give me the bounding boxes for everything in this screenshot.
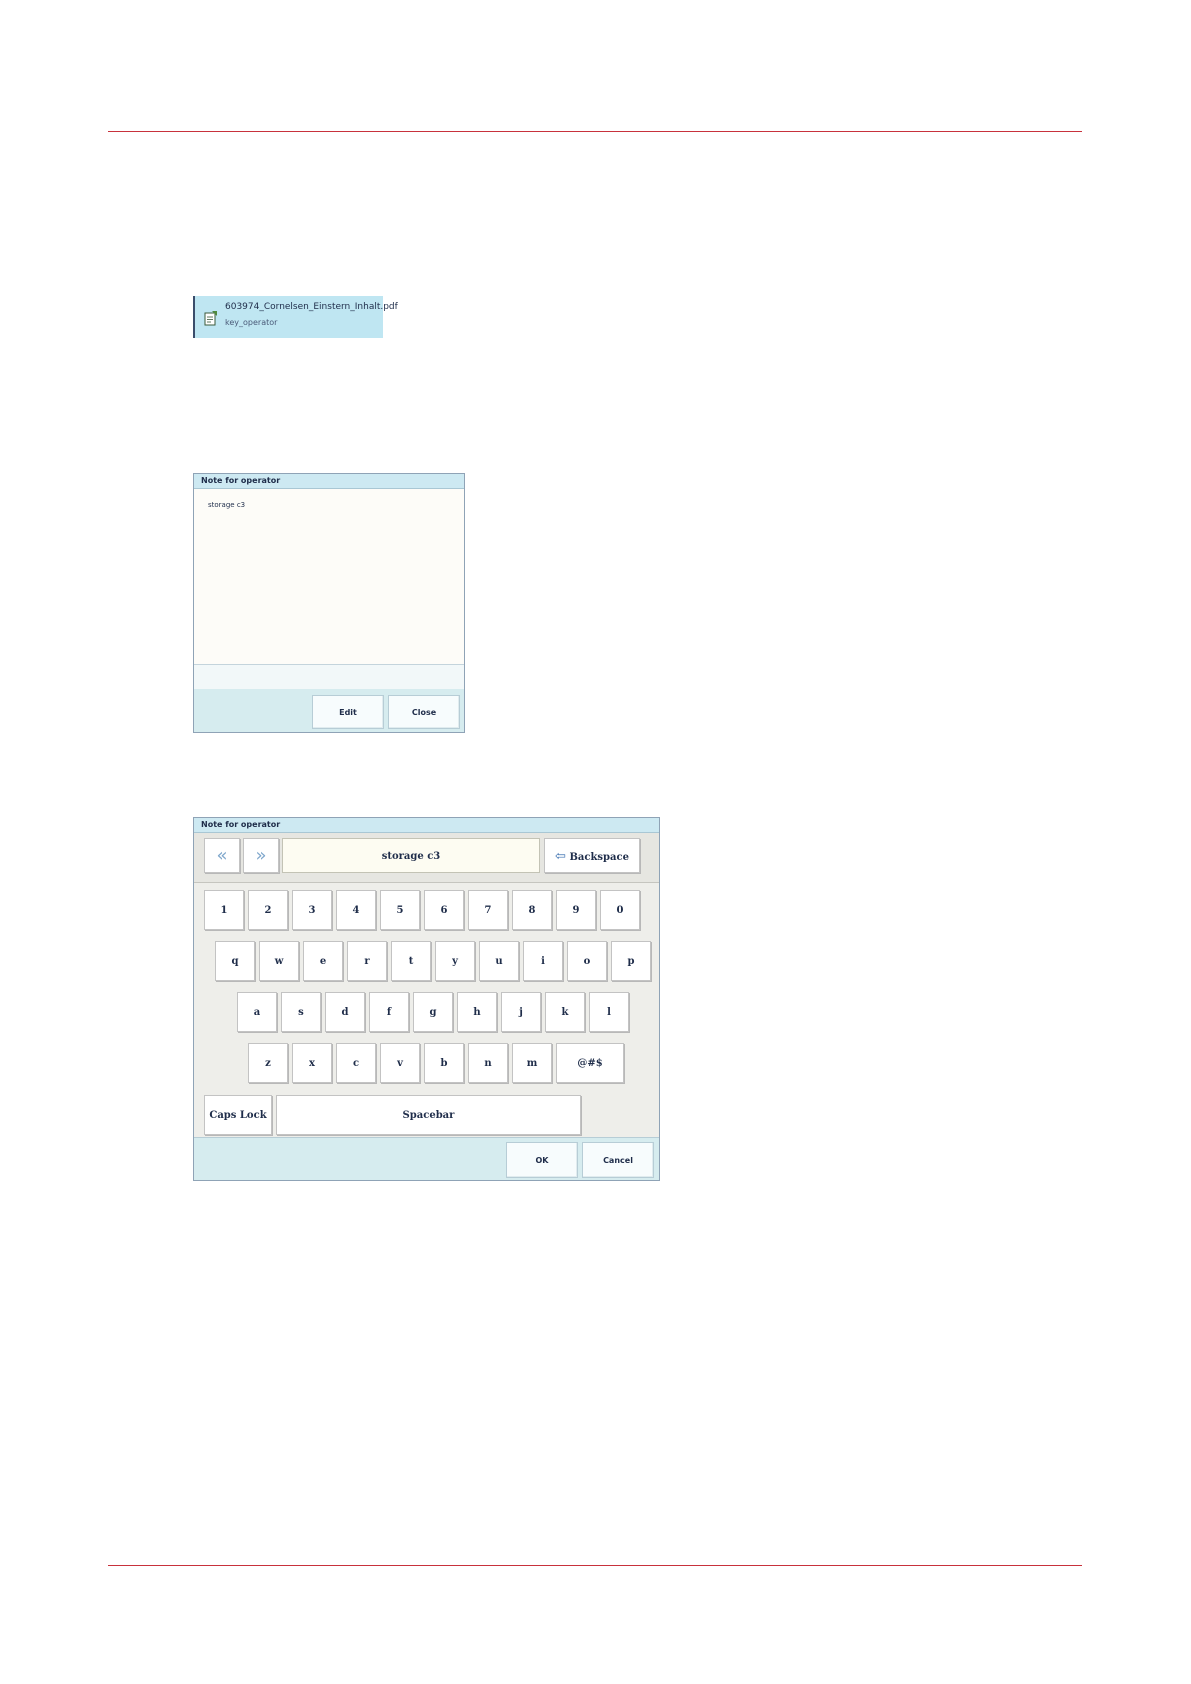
job-list-item[interactable]: 603974_Cornelsen_Einstern_Inhalt.pdf key… [193, 296, 398, 338]
key-q[interactable]: q [215, 941, 255, 981]
key-e[interactable]: e [303, 941, 343, 981]
key-c[interactable]: c [336, 1043, 376, 1083]
caps-lock-key[interactable]: Caps Lock [204, 1095, 272, 1135]
key-m[interactable]: m [512, 1043, 552, 1083]
key-i[interactable]: i [523, 941, 563, 981]
key-l[interactable]: l [589, 992, 629, 1032]
note-text: storage c3 [208, 501, 246, 509]
note-edit-keyboard-dialog: Note for operator « » storage c3 ⇦ Backs… [193, 817, 660, 1181]
symbols-key[interactable]: @#$ [556, 1043, 624, 1083]
cursor-right-button[interactable]: » [243, 838, 279, 873]
dialog-title: Note for operator [194, 818, 659, 833]
close-button[interactable]: Close [388, 695, 460, 729]
key-f[interactable]: f [369, 992, 409, 1032]
backspace-arrow-icon: ⇦ [555, 849, 566, 864]
note-text-area: storage c3 [194, 489, 464, 665]
key-9[interactable]: 9 [556, 890, 596, 930]
key-6[interactable]: 6 [424, 890, 464, 930]
keyboard-input-bar: « » storage c3 ⇦ Backspace [194, 833, 659, 883]
double-chevron-right-icon: » [255, 845, 267, 866]
backspace-button[interactable]: ⇦ Backspace [544, 838, 640, 873]
key-w[interactable]: w [259, 941, 299, 981]
document-note-icon [204, 311, 217, 326]
key-g[interactable]: g [413, 992, 453, 1032]
job-owner: key_operator [225, 318, 278, 327]
double-chevron-left-icon: « [216, 845, 228, 866]
key-1[interactable]: 1 [204, 890, 244, 930]
cancel-button[interactable]: Cancel [582, 1142, 654, 1178]
key-y[interactable]: y [435, 941, 475, 981]
note-input[interactable]: storage c3 [282, 838, 540, 873]
header-rule [108, 131, 1082, 132]
key-k[interactable]: k [545, 992, 585, 1032]
key-8[interactable]: 8 [512, 890, 552, 930]
key-u[interactable]: u [479, 941, 519, 981]
key-x[interactable]: x [292, 1043, 332, 1083]
dialog-title: Note for operator [194, 474, 464, 489]
key-4[interactable]: 4 [336, 890, 376, 930]
key-0[interactable]: 0 [600, 890, 640, 930]
job-name: 603974_Cornelsen_Einstern_Inhalt.pdf [225, 302, 398, 312]
key-n[interactable]: n [468, 1043, 508, 1083]
footer-rule [108, 1565, 1082, 1566]
key-7[interactable]: 7 [468, 890, 508, 930]
key-b[interactable]: b [424, 1043, 464, 1083]
spacebar-key[interactable]: Spacebar [276, 1095, 581, 1135]
key-h[interactable]: h [457, 992, 497, 1032]
key-j[interactable]: j [501, 992, 541, 1032]
key-v[interactable]: v [380, 1043, 420, 1083]
key-2[interactable]: 2 [248, 890, 288, 930]
key-z[interactable]: z [248, 1043, 288, 1083]
key-p[interactable]: p [611, 941, 651, 981]
backspace-label: Backspace [569, 852, 629, 863]
key-r[interactable]: r [347, 941, 387, 981]
cursor-left-button[interactable]: « [204, 838, 240, 873]
key-5[interactable]: 5 [380, 890, 420, 930]
dialog-footer: OK Cancel [194, 1137, 659, 1180]
key-o[interactable]: o [567, 941, 607, 981]
key-s[interactable]: s [281, 992, 321, 1032]
dialog-footer: Edit Close [194, 689, 464, 732]
key-t[interactable]: t [391, 941, 431, 981]
key-a[interactable]: a [237, 992, 277, 1032]
note-view-dialog: Note for operator storage c3 Edit Close [193, 473, 465, 733]
ok-button[interactable]: OK [506, 1142, 578, 1178]
key-3[interactable]: 3 [292, 890, 332, 930]
edit-button[interactable]: Edit [312, 695, 384, 729]
key-d[interactable]: d [325, 992, 365, 1032]
